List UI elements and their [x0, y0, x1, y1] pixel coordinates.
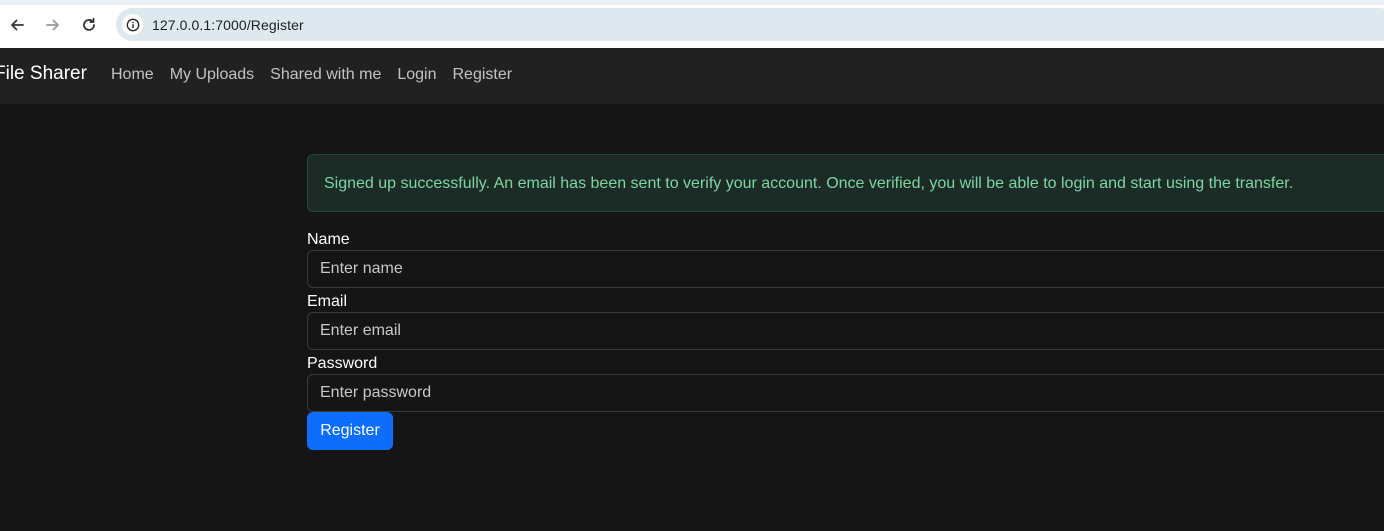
register-button[interactable]: Register [307, 412, 393, 450]
reload-icon[interactable] [78, 14, 100, 36]
email-label: Email [307, 293, 348, 310]
password-label: Password [307, 355, 378, 372]
nav-link-login[interactable]: Login [397, 66, 436, 84]
nav-link-shared-with-me[interactable]: Shared with me [270, 66, 381, 84]
url-text: 127.0.0.1:7000/Register [152, 17, 304, 33]
nav-link-my-uploads[interactable]: My Uploads [170, 66, 254, 84]
main-content: Signed up successfully. An email has bee… [307, 154, 1384, 450]
register-form: Name Email Password Register [307, 230, 1384, 450]
password-input[interactable] [307, 374, 1384, 412]
info-icon[interactable] [122, 14, 143, 35]
nav-links: Home My Uploads Shared with me Login Reg… [111, 66, 528, 84]
brand-logo[interactable]: File Sharer [0, 63, 87, 85]
name-label: Name [307, 231, 350, 248]
name-input[interactable] [307, 250, 1384, 288]
nav-link-register[interactable]: Register [453, 66, 513, 84]
app-navbar: File Sharer Home My Uploads Shared with … [0, 48, 1384, 104]
back-arrow-icon[interactable] [6, 14, 28, 36]
email-input[interactable] [307, 312, 1384, 350]
address-bar[interactable]: 127.0.0.1:7000/Register [116, 8, 1384, 41]
nav-link-home[interactable]: Home [111, 66, 154, 84]
forward-arrow-icon[interactable] [42, 14, 64, 36]
browser-toolbar: 127.0.0.1:7000/Register [0, 0, 1384, 48]
success-alert: Signed up successfully. An email has bee… [307, 154, 1384, 212]
